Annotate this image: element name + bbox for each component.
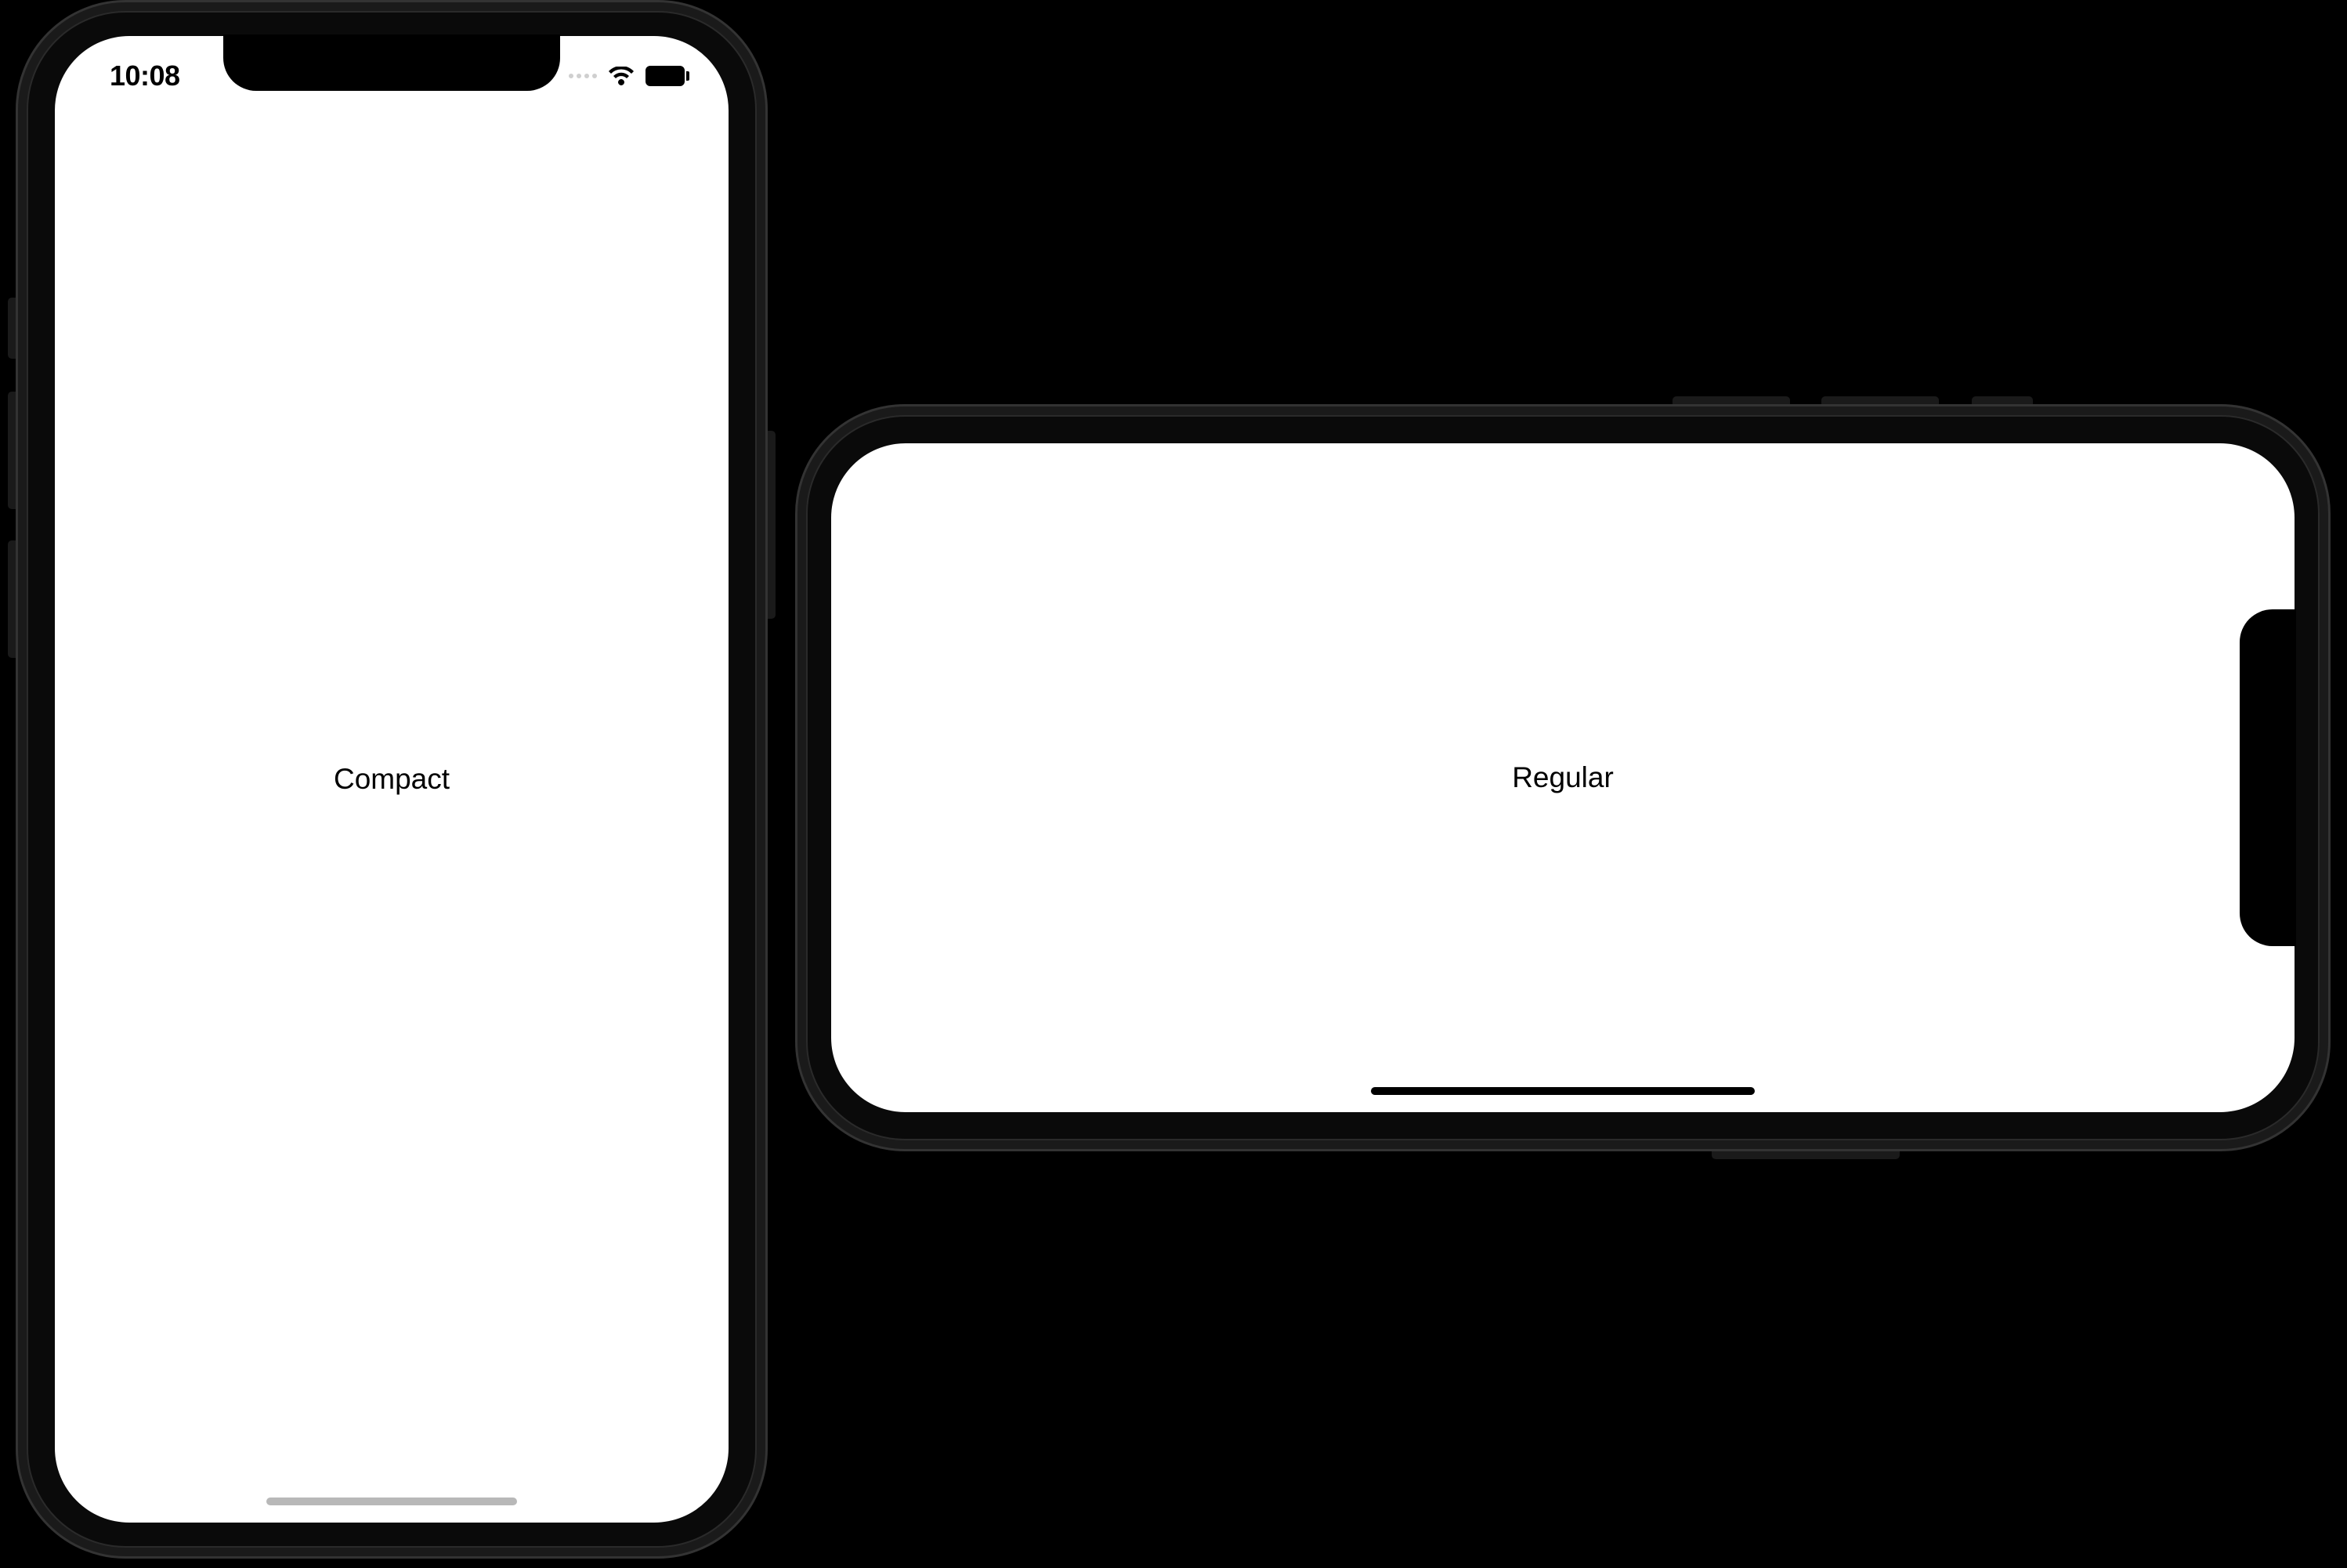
device-notch — [2240, 609, 2296, 946]
size-class-label: Compact — [334, 763, 450, 796]
volume-down-button — [1673, 396, 1790, 404]
size-class-label: Regular — [1512, 761, 1614, 794]
volume-up-button — [8, 392, 16, 509]
landscape-screen: Regular — [831, 443, 2295, 1112]
iphone-portrait-mock: 10:08 Compact — [16, 0, 768, 1559]
portrait-content: Compact — [55, 36, 729, 1523]
device-notch — [223, 34, 560, 91]
iphone-landscape-mock: Regular — [795, 404, 2331, 1151]
home-indicator[interactable] — [1371, 1087, 1755, 1095]
portrait-screen: 10:08 Compact — [55, 36, 729, 1523]
mute-switch — [1972, 396, 2033, 404]
mute-switch — [8, 298, 16, 359]
side-button — [768, 431, 776, 619]
volume-up-button — [1821, 396, 1939, 404]
landscape-content: Regular — [831, 443, 2295, 1112]
home-indicator[interactable] — [266, 1498, 517, 1505]
volume-down-button — [8, 540, 16, 658]
side-button — [1712, 1151, 1900, 1159]
